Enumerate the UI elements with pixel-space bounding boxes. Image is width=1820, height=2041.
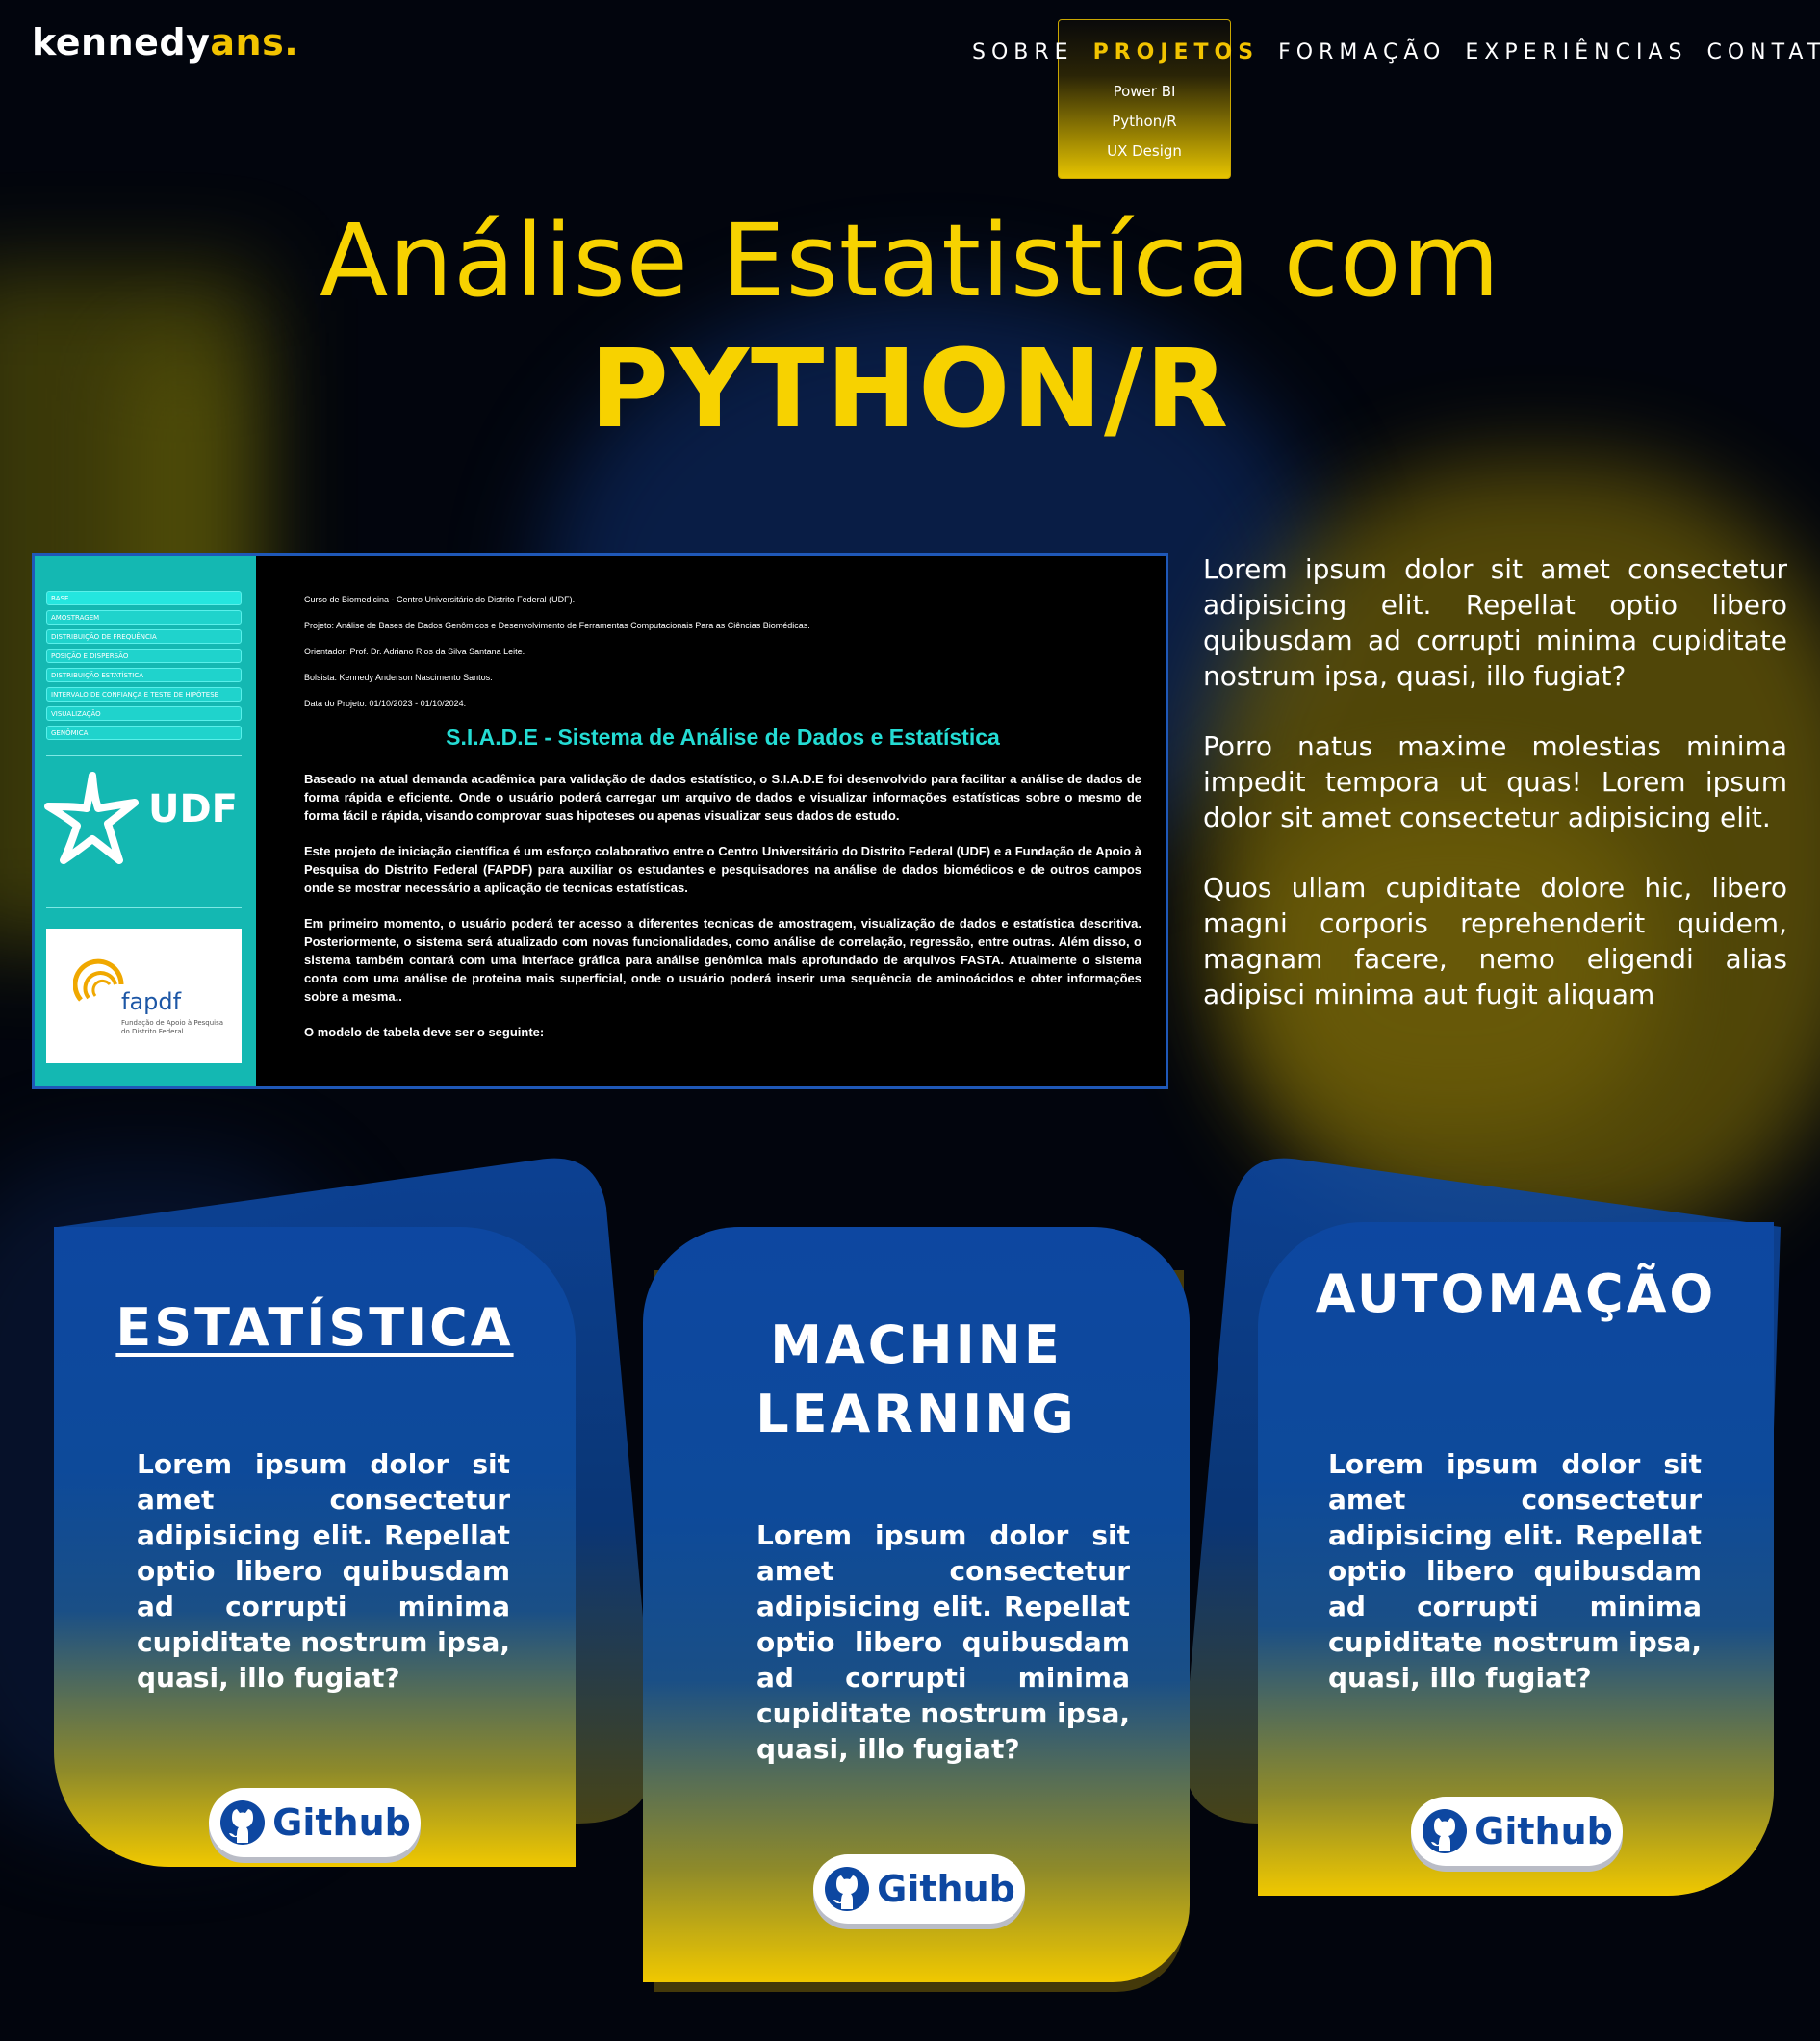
screenshot-menu-item: DISTRIBUIÇÃO DE FREQUÊNCIA (46, 629, 242, 644)
intro-paragraph: Porro natus maxime molestias minima impe… (1203, 730, 1787, 833)
github-icon (825, 1867, 870, 1911)
github-button[interactable]: Github (813, 1854, 1025, 1924)
nav-item-sobre[interactable]: SOBRE (962, 40, 1084, 64)
screenshot-paragraph: Este projeto de iniciação científica é u… (304, 844, 1141, 895)
screenshot-paragraph: Baseado na atual demanda acadêmica para … (304, 772, 1141, 823)
github-button[interactable]: Github (209, 1788, 421, 1857)
site-logo[interactable]: kennedyans. (32, 21, 298, 64)
divider (46, 755, 242, 756)
meta-line: Orientador: Prof. Dr. Adriano Rios da Si… (304, 647, 525, 656)
dropdown-item-ux-design[interactable]: UX Design (1059, 142, 1230, 160)
dropdown-item-power-bi[interactable]: Power BI (1059, 83, 1230, 100)
logo-main: kennedy (32, 21, 211, 64)
card-text: Lorem ipsum dolor sit amet consectetur a… (1328, 1448, 1702, 1694)
meta-line: Curso de Biomedicina - Centro Universitá… (304, 595, 576, 604)
github-icon (1423, 1809, 1468, 1853)
dropdown-item-python-r[interactable]: Python/R (1059, 113, 1230, 130)
project-screenshot[interactable]: BASE AMOSTRAGEM DISTRIBUIÇÃO DE FREQUÊNC… (32, 553, 1168, 1089)
card-title-line2: LEARNING (756, 1384, 1077, 1444)
card-title: AUTOMAÇÃO (1315, 1263, 1717, 1324)
intro-paragraph: Quos ullam cupiditate dolore hic, libero… (1203, 872, 1787, 1010)
nav-item-contatos[interactable]: CONTATOS (1698, 40, 1820, 64)
screenshot-menu-item: BASE (46, 591, 242, 605)
meta-line: Projeto: Análise de Bases de Dados Genôm… (304, 621, 810, 630)
github-label: Github (1474, 1810, 1613, 1852)
intro-paragraph: Lorem ipsum dolor sit amet consectetur a… (1203, 553, 1787, 692)
meta-line: Data do Projeto: 01/10/2023 - 01/10/2024… (304, 699, 467, 708)
screenshot-menu: BASE AMOSTRAGEM DISTRIBUIÇÃO DE FREQUÊNC… (46, 591, 242, 745)
screenshot-content: Curso de Biomedicina - Centro Universitá… (304, 595, 1141, 1059)
nav-item-projetos[interactable]: PROJETOS (1084, 40, 1269, 64)
nav-item-experiencias[interactable]: EXPERIÊNCIAS (1455, 40, 1697, 64)
screenshot-menu-item: POSIÇÃO E DISPERSÃO (46, 649, 242, 663)
github-button[interactable]: Github (1411, 1797, 1623, 1866)
intro-text: Lorem ipsum dolor sit amet consectetur a… (1203, 551, 1787, 1047)
hero-title-line2: PYTHON/R (589, 327, 1231, 452)
divider (46, 907, 242, 908)
fapdf-logo: fapdf Fundação de Apoio à Pesquisa do Di… (46, 929, 242, 1063)
main-nav: SOBRE PROJETOS FORMAÇÃO EXPERIÊNCIAS CON… (962, 40, 1820, 64)
screenshot-title: S.I.A.D.E - Sistema de Análise de Dados … (446, 725, 1000, 750)
screenshot-menu-item: GENÔMICA (46, 726, 242, 740)
card-text: Lorem ipsum dolor sit amet consectetur a… (756, 1519, 1130, 1765)
screenshot-paragraph: O modelo de tabela deve ser o seguinte: (304, 1025, 545, 1039)
card-machine-learning: MACHINE LEARNING Lorem ipsum dolor sit a… (643, 1227, 1190, 1982)
card-estatistica: ESTATÍSTICA Lorem ipsum dolor sit amet c… (54, 1227, 576, 1867)
hero-title-line1: Análise Estatistíca com (320, 202, 1500, 319)
screenshot-menu-item: VISUALIZAÇÃO (46, 706, 242, 721)
screenshot-sidebar: BASE AMOSTRAGEM DISTRIBUIÇÃO DE FREQUÊNC… (35, 556, 256, 1086)
screenshot-menu-item: DISTRIBUIÇÃO ESTATÍSTICA (46, 668, 242, 682)
logo-accent: ans. (210, 21, 299, 64)
screenshot-menu-item: INTERVALO DE CONFIANÇA E TESTE DE HIPÓTE… (46, 687, 242, 702)
card-title: ESTATÍSTICA (115, 1297, 514, 1358)
udf-logo-text: UDF (148, 787, 239, 831)
screenshot-menu-item: AMOSTRAGEM (46, 610, 242, 625)
screenshot-paragraph: Em primeiro momento, o usuário poderá te… (304, 916, 1141, 1004)
card-title-line1: MACHINE (770, 1314, 1063, 1375)
card-automacao: AUTOMAÇÃO Lorem ipsum dolor sit amet con… (1258, 1222, 1774, 1896)
meta-line: Bolsista: Kennedy Anderson Nascimento Sa… (304, 673, 493, 682)
nav-item-formacao[interactable]: FORMAÇÃO (1269, 40, 1455, 64)
github-icon (220, 1800, 266, 1845)
fapdf-logo-text: fapdf (121, 988, 182, 1015)
github-label: Github (877, 1868, 1015, 1910)
card-text: Lorem ipsum dolor sit amet consectetur a… (137, 1448, 510, 1694)
fapdf-subtitle: Fundação de Apoio à Pesquisa do Distrito… (121, 1019, 224, 1035)
github-label: Github (272, 1801, 411, 1844)
